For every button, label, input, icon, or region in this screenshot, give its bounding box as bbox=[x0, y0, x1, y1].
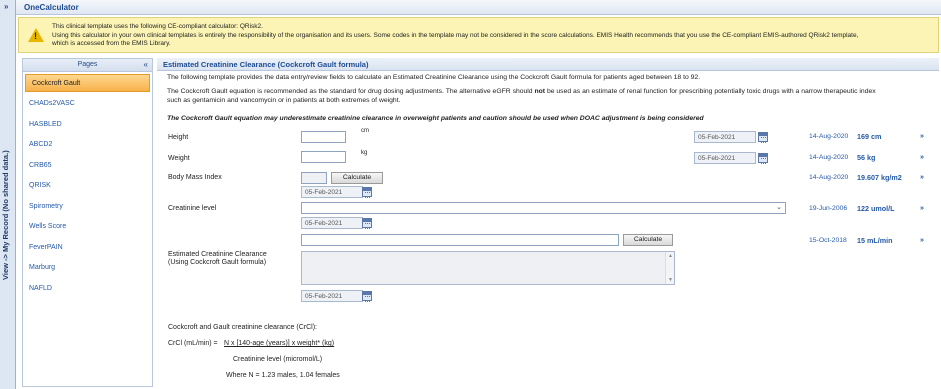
bmi-value-field bbox=[301, 172, 327, 184]
page-item-nafld[interactable]: NAFLD bbox=[23, 279, 152, 300]
ecc-label: Estimated Creatinine Clearance bbox=[168, 251, 267, 258]
page-item-crb65[interactable]: CRB65 bbox=[23, 156, 152, 177]
left-collapsed-panel: » View -> My Record (No shared data.) bbox=[0, 0, 16, 389]
crcl-previous-date: 15-Oct-2018 bbox=[809, 237, 847, 244]
weight-input[interactable] bbox=[301, 151, 346, 163]
bmi-date[interactable]: 05-Feb-2021 bbox=[301, 186, 363, 198]
crcl-value-input[interactable] bbox=[301, 234, 619, 246]
formula-numerator: N x [140-age (years)] x weight* (kg) bbox=[224, 340, 335, 347]
warning-line-3: which is accessed from the EMIS Library. bbox=[52, 40, 171, 47]
page-item-hasbled[interactable]: HASBLED bbox=[23, 115, 152, 136]
ecc-sublabel: (Using Cockcroft Gault formula) bbox=[168, 259, 267, 266]
weight-add-icon[interactable]: » bbox=[920, 153, 929, 162]
page-item-feverpain[interactable]: FeverPAIN bbox=[23, 238, 152, 259]
height-label: Height bbox=[168, 134, 189, 141]
height-previous-date: 14-Aug-2020 bbox=[809, 133, 849, 140]
pages-header-label: Pages bbox=[77, 61, 98, 68]
page-item-wells-score[interactable]: Wells Score bbox=[23, 217, 152, 238]
textarea-scrollbar[interactable]: ▲ ▼ bbox=[665, 252, 674, 284]
recommendation-text: The Cockcroft Gault equation is recommen… bbox=[167, 88, 876, 104]
page-item-qrisk[interactable]: QRISK bbox=[23, 176, 152, 197]
height-date[interactable]: 05-Feb-2021 bbox=[694, 131, 756, 143]
my-record-vertical-tab[interactable]: View -> My Record (No shared data.) bbox=[1, 140, 15, 290]
creatinine-add-icon[interactable]: » bbox=[920, 204, 929, 213]
ecc-date[interactable]: 05-Feb-2021 bbox=[301, 290, 363, 302]
weight-unit: kg bbox=[361, 150, 368, 156]
weight-calendar-icon[interactable] bbox=[758, 153, 768, 164]
warning-banner: ! This clinical template uses the follow… bbox=[18, 17, 939, 53]
calculator-panel: Estimated Creatinine Clearance (Cockcrof… bbox=[157, 58, 939, 389]
height-add-icon[interactable]: » bbox=[920, 132, 929, 141]
height-calendar-icon[interactable] bbox=[758, 132, 768, 143]
weight-previous-date: 14-Aug-2020 bbox=[809, 154, 849, 161]
bmi-previous-value: 19.607 kg/m2 bbox=[857, 173, 902, 182]
page-item-abcd2[interactable]: ABCD2 bbox=[23, 135, 152, 156]
chevron-down-icon: ⌄ bbox=[776, 204, 782, 211]
calculator-title: Estimated Creatinine Clearance (Cockcrof… bbox=[157, 58, 939, 71]
weight-date[interactable]: 05-Feb-2021 bbox=[694, 152, 756, 164]
pages-header: Pages « bbox=[23, 59, 152, 72]
ecc-calendar-icon[interactable] bbox=[362, 291, 372, 302]
collapse-pages-button[interactable]: « bbox=[144, 60, 148, 69]
weight-previous-value: 56 kg bbox=[857, 153, 876, 162]
crcl-calculate-button[interactable]: Calculate bbox=[623, 234, 673, 246]
formula-denominator: Creatinine level (micromol/L) bbox=[233, 356, 323, 363]
intro-text: The following template provides the data… bbox=[167, 74, 701, 81]
ecc-notes-textarea[interactable]: ▲ ▼ bbox=[301, 251, 675, 285]
weight-label: Weight bbox=[168, 155, 190, 162]
creatinine-label: Creatinine level bbox=[168, 205, 217, 212]
formula-title: Cockcroft and Gault creatinine clearance… bbox=[168, 324, 318, 331]
warning-line-1: This clinical template uses the followin… bbox=[52, 23, 263, 30]
warning-line-2: Using this calculator in your own clinic… bbox=[52, 31, 859, 39]
bmi-add-icon[interactable]: » bbox=[920, 173, 929, 182]
height-input[interactable] bbox=[301, 131, 346, 143]
app-title-bar: OneCalculator bbox=[16, 0, 941, 15]
creatinine-select[interactable]: ⌄ bbox=[301, 202, 786, 214]
page-item-spirometry[interactable]: Spirometry bbox=[23, 197, 152, 218]
height-previous-value: 169 cm bbox=[857, 132, 882, 141]
pages-panel: Pages « Cockcroft Gault CHADs2VASC HASBL… bbox=[22, 58, 153, 387]
caution-text: The Cockcroft Gault equation may underes… bbox=[167, 115, 704, 122]
bmi-calculate-button[interactable]: Calculate bbox=[331, 172, 383, 184]
page-item-marburg[interactable]: Marburg bbox=[23, 258, 152, 279]
warning-icon: ! bbox=[28, 28, 44, 42]
creatinine-previous-date: 19-Jun-2006 bbox=[809, 205, 848, 212]
page-item-chads2vasc[interactable]: CHADs2VASC bbox=[23, 94, 152, 115]
bmi-previous-date: 14-Aug-2020 bbox=[809, 174, 849, 181]
creatinine-calendar-icon[interactable] bbox=[362, 218, 372, 229]
bmi-calendar-icon[interactable] bbox=[362, 187, 372, 198]
creatinine-previous-value: 122 umol/L bbox=[857, 204, 895, 213]
bmi-label: Body Mass Index bbox=[168, 174, 222, 181]
page-item-cockcroft-gault[interactable]: Cockcroft Gault bbox=[25, 74, 150, 92]
crcl-previous-value: 15 mL/min bbox=[857, 236, 893, 245]
formula-where: Where N = 1.23 males, 1.04 females bbox=[226, 372, 340, 379]
crcl-add-icon[interactable]: » bbox=[920, 236, 929, 245]
creatinine-date[interactable]: 05-Feb-2021 bbox=[301, 217, 363, 229]
app-title: OneCalculator bbox=[24, 3, 79, 12]
formula-lhs: CrCl (mL/min) = bbox=[168, 340, 218, 347]
height-unit: cm bbox=[361, 128, 369, 134]
expand-panel-button[interactable]: » bbox=[4, 2, 8, 11]
